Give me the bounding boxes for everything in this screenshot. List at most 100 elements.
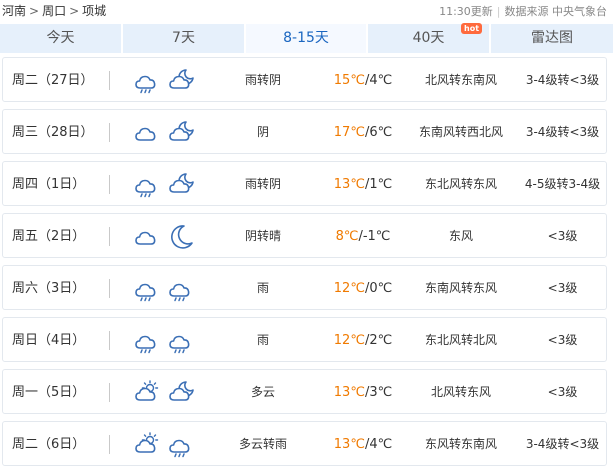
forecast-row: 周四（1日） 雨转阴 13℃/1℃ 东北风转东风 4-5级转3-4级 [2,161,607,206]
weather-icons [133,67,197,95]
high-temp: 8℃ [335,229,359,244]
forecast-date: 周二（6日） [12,437,86,452]
update-time: 11:30更新 [439,5,493,18]
tab-radar[interactable]: 雷达图 [489,24,613,53]
wind-direction: 东南风转东风 [424,281,497,295]
meta-divider: | [496,5,501,18]
breadcrumb-separator: > [29,4,40,18]
low-temp: -1℃ [362,229,391,244]
wind-direction: 东风转东南风 [424,437,497,451]
weather-condition: 雨 [256,333,269,347]
low-temp: 4℃ [369,73,393,88]
temperature: 13℃/3℃ [333,385,393,400]
hot-badge: hot [461,23,483,34]
wind-level: <3级 [547,333,578,347]
forecast-row: 周一（5日） 多云 13℃/3℃ 北风转东风 <3级 [2,369,607,414]
forecast-date: 周四（1日） [12,177,86,192]
high-temp: 15℃ [333,73,365,88]
weather-icons [133,379,197,407]
forecast-date: 周一（5日） [12,385,86,400]
data-source: 数据来源 中央气象台 [504,5,608,18]
update-info: 11:30更新 | 数据来源 中央气象台 [439,3,607,19]
breadcrumb-province[interactable]: 河南 [2,4,26,18]
cloud-icon [133,223,161,251]
forecast-date: 周二（27日） [12,73,94,88]
wind-level: <3级 [547,385,578,399]
breadcrumb-county: 项城 [82,4,107,18]
forecast-row: 周五（2日） 阴转晴 8℃/-1℃ 东风 <3级 [2,213,607,258]
high-temp: 12℃ [333,333,365,348]
weather-icons [133,431,197,459]
forecast-tabs: 今天 7天 8-15天 40天 hot 雷达图 [0,23,613,53]
cloud-sun-icon [133,431,161,459]
cloud-rain-icon [133,275,161,303]
weather-icons [133,275,197,303]
weather-condition: 雨转阴 [244,177,281,191]
wind-direction: 东风 [448,229,473,243]
wind-level: 4-5级转3-4级 [524,177,601,191]
wind-level: 3-4级转<3级 [525,437,600,451]
forecast-row: 周三（28日） 阴 17℃/6℃ 东南风转西北风 3-4级转<3级 [2,109,607,154]
weather-condition: 多云 [250,385,275,399]
weather-condition: 雨 [256,281,269,295]
temperature: 8℃/-1℃ [335,229,391,244]
wind-level: <3级 [547,229,578,243]
cloud-sun-icon [133,379,161,407]
temperature: 15℃/4℃ [333,73,393,88]
low-temp: 2℃ [369,333,393,348]
cloud-rain-icon [133,171,161,199]
high-temp: 17℃ [333,125,365,140]
cloud-moon-icon [167,379,195,407]
wind-level: <3级 [547,281,578,295]
cloud-rain-icon [167,431,195,459]
weather-icons [133,171,197,199]
row-divider [109,435,110,454]
tab-today[interactable]: 今天 [0,24,121,53]
cloud-moon-icon [167,119,195,147]
forecast-date: 周五（2日） [12,229,86,244]
row-divider [109,279,110,298]
tab-8-15-days[interactable]: 8-15天 [244,24,366,53]
high-temp: 13℃ [333,177,365,192]
row-divider [109,383,110,402]
temperature: 13℃/4℃ [333,437,393,452]
cloud-rain-icon [167,327,195,355]
row-divider [109,331,110,350]
forecast-date: 周三（28日） [12,125,94,140]
high-temp: 13℃ [333,385,365,400]
temperature: 17℃/6℃ [333,125,393,140]
low-temp: 4℃ [369,437,393,452]
weather-icons [133,223,197,251]
breadcrumb-separator: > [69,4,80,18]
tab-40-days-label: 40天 [412,30,445,46]
weather-condition: 多云转雨 [238,437,287,451]
cloud-moon-icon [167,67,195,95]
weather-condition: 阴 [256,125,269,139]
cloud-rain-icon [167,275,195,303]
low-temp: 1℃ [369,177,393,192]
high-temp: 12℃ [333,281,365,296]
low-temp: 6℃ [369,125,393,140]
row-divider [109,175,110,194]
temperature: 13℃/1℃ [333,177,393,192]
tab-7-days[interactable]: 7天 [121,24,244,53]
top-bar: 河南 > 周口 > 项城 11:30更新 | 数据来源 中央气象台 [0,0,613,22]
low-temp: 0℃ [369,281,393,296]
forecast-row: 周六（3日） 雨 12℃/0℃ 东南风转东风 <3级 [2,265,607,310]
low-temp: 3℃ [369,385,393,400]
cloud-rain-icon [133,327,161,355]
weather-icons [133,119,197,147]
high-temp: 13℃ [333,437,365,452]
weather-condition: 雨转阴 [244,73,281,87]
weather-condition: 阴转晴 [244,229,281,243]
cloud-rain-icon [133,67,161,95]
breadcrumb-city[interactable]: 周口 [42,4,66,18]
row-divider [109,71,110,90]
temperature: 12℃/0℃ [333,281,393,296]
forecast-row: 周二（6日） 多云转雨 13℃/4℃ 东风转东南风 3-4级转<3级 [2,421,607,466]
forecast-row: 周二（27日） 雨转阴 15℃/4℃ 北风转东南风 3-4级转<3级 [2,57,607,102]
moon-icon [167,223,195,251]
weather-icons [133,327,197,355]
cloud-moon-icon [167,171,195,199]
wind-level: 3-4级转<3级 [525,125,600,139]
